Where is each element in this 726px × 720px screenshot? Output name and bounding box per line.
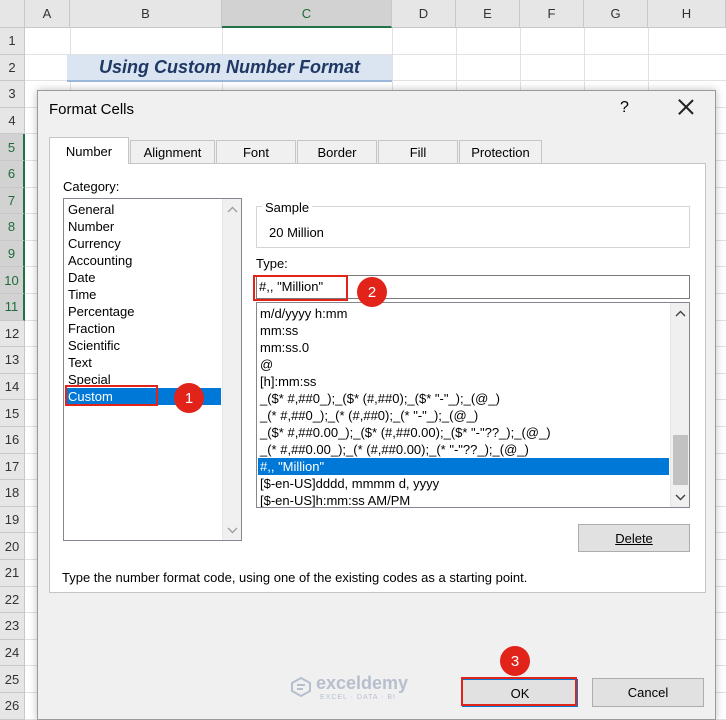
exceldemy-watermark: exceldemy EXCEL · DATA · BI (290, 672, 440, 706)
format-code-item[interactable]: m/d/yyyy h:mm (260, 305, 347, 322)
category-list[interactable]: General Number Currency Accounting Date … (63, 198, 242, 541)
highlight-custom-category (65, 385, 158, 406)
row-header[interactable]: 19 (0, 506, 25, 534)
dialog-title: Format Cells (49, 101, 135, 118)
row-header[interactable]: 4 (0, 107, 25, 135)
excel-window: A B C D E F G H 1 2 3 4 5 6 7 8 9 10 11 12 13 14 15 16 1… (0, 0, 726, 720)
format-code-scrollbar[interactable] (670, 303, 689, 507)
category-item-general[interactable]: General (68, 201, 114, 218)
highlight-ok-button (461, 677, 577, 706)
row-header[interactable]: 8 (0, 214, 25, 241)
tab-fill[interactable]: Fill (378, 140, 458, 164)
cancel-button[interactable]: Cancel (592, 678, 704, 707)
category-item-scientific[interactable]: Scientific (68, 337, 120, 354)
tab-number[interactable]: Number (49, 137, 129, 164)
scroll-down-icon[interactable] (223, 522, 242, 538)
column-header-g[interactable]: G (584, 0, 648, 28)
sheet-title-cell[interactable]: Using Custom Number Format (67, 55, 392, 82)
format-code-item[interactable]: [h]:mm:ss (260, 373, 316, 390)
column-header-h[interactable]: H (648, 0, 726, 28)
row-header[interactable]: 23 (0, 613, 25, 640)
format-code-item[interactable]: _(* #,##0.00_);_(* (#,##0.00);_(* "-"??_… (260, 441, 529, 458)
watermark-name: exceldemy (316, 673, 409, 693)
row-header[interactable]: 1 (0, 28, 25, 55)
category-item-accounting[interactable]: Accounting (68, 252, 132, 269)
sample-value: 20 Million (269, 225, 324, 240)
row-header[interactable]: 2 (0, 54, 25, 82)
scroll-down-icon[interactable] (671, 489, 689, 505)
row-header[interactable]: 10 (0, 267, 25, 294)
help-button[interactable]: ? (620, 99, 629, 117)
row-header[interactable]: 15 (0, 400, 25, 427)
row-header[interactable]: 16 (0, 427, 25, 454)
type-label: Type: (256, 256, 288, 271)
format-code-item[interactable]: _($* #,##0.00_);_($* (#,##0.00);_($* "-"… (260, 424, 551, 441)
delete-button[interactable]: Delete (578, 524, 690, 552)
scroll-thumb[interactable] (673, 435, 688, 485)
column-header-b[interactable]: B (70, 0, 222, 28)
row-header[interactable]: 20 (0, 533, 25, 560)
sample-label: Sample (262, 200, 313, 215)
row-header[interactable]: 7 (0, 187, 25, 215)
column-header-d[interactable]: D (392, 0, 456, 28)
category-item-currency[interactable]: Currency (68, 235, 121, 252)
tab-alignment[interactable]: Alignment (130, 140, 215, 164)
row-header[interactable]: 12 (0, 320, 25, 348)
tab-protection[interactable]: Protection (459, 140, 542, 164)
delete-button-label: Delete (615, 530, 653, 546)
row-header[interactable]: 13 (0, 347, 25, 374)
category-item-date[interactable]: Date (68, 269, 95, 286)
column-header-e[interactable]: E (456, 0, 520, 28)
row-header[interactable]: 17 (0, 453, 25, 481)
highlight-type-input (253, 275, 348, 301)
row-header[interactable]: 6 (0, 161, 25, 188)
format-code-item-selected[interactable]: #,, "Million" (258, 458, 669, 475)
column-header-f[interactable]: F (520, 0, 584, 28)
row-header[interactable]: 3 (0, 81, 25, 108)
format-code-item[interactable]: @ (260, 356, 273, 373)
row-header[interactable]: 24 (0, 639, 25, 667)
format-code-item[interactable]: [$-en-US]dddd, mmmm d, yyyy (260, 475, 439, 492)
category-item-time[interactable]: Time (68, 286, 96, 303)
tab-font[interactable]: Font (216, 140, 296, 164)
format-code-item[interactable]: _(* #,##0_);_(* (#,##0);_(* "-"_);_(@_) (260, 407, 478, 424)
watermark-tagline: EXCEL · DATA · BI (320, 694, 396, 701)
category-item-text[interactable]: Text (68, 354, 92, 371)
category-item-fraction[interactable]: Fraction (68, 320, 115, 337)
column-header-a[interactable]: A (25, 0, 70, 28)
format-code-item[interactable]: _($* #,##0_);_($* (#,##0);_($* "-"_);_(@… (260, 390, 500, 407)
row-header[interactable]: 21 (0, 560, 25, 587)
close-icon[interactable] (676, 97, 696, 117)
format-code-item[interactable]: mm:ss.0 (260, 339, 309, 356)
category-item-number[interactable]: Number (68, 218, 114, 235)
step-badge-1: 1 (174, 383, 204, 413)
hint-text: Type the number format code, using one o… (62, 570, 528, 585)
row-header[interactable]: 18 (0, 480, 25, 507)
format-code-item[interactable]: [$-en-US]h:mm:ss AM/PM (260, 492, 410, 507)
row-header[interactable]: 9 (0, 240, 25, 268)
scroll-up-icon[interactable] (671, 305, 689, 321)
row-header[interactable]: 14 (0, 373, 25, 401)
format-code-list[interactable]: m/d/yyyy h:mm mm:ss mm:ss.0 @ [h]:mm:ss … (256, 302, 690, 508)
row-header[interactable]: 25 (0, 666, 25, 693)
category-item-percentage[interactable]: Percentage (68, 303, 135, 320)
column-header-c[interactable]: C (222, 0, 392, 28)
format-code-item[interactable]: mm:ss (260, 322, 298, 339)
step-badge-3: 3 (500, 646, 530, 676)
row-header[interactable]: 11 (0, 294, 25, 321)
tab-border[interactable]: Border (297, 140, 377, 164)
row-header[interactable]: 26 (0, 693, 25, 720)
row-header[interactable]: 22 (0, 586, 25, 614)
category-label: Category: (63, 179, 120, 194)
step-badge-2: 2 (357, 277, 387, 307)
scroll-up-icon[interactable] (223, 201, 242, 217)
select-all-corner[interactable] (0, 0, 25, 28)
exceldemy-logo-icon (291, 676, 311, 698)
category-scrollbar[interactable] (222, 199, 241, 540)
row-header[interactable]: 5 (0, 134, 25, 161)
